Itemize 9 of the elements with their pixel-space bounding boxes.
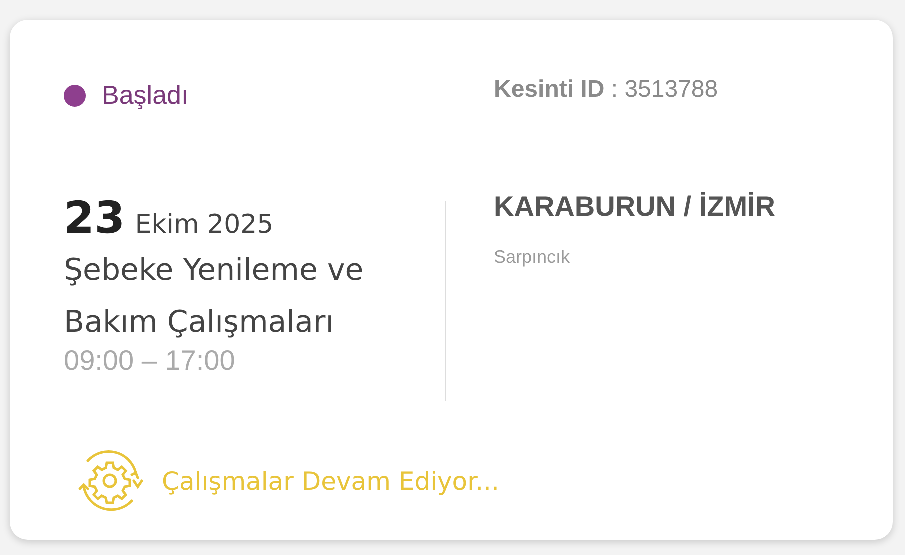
outage-title: Şebeke Yenileme ve Bakım Çalışmaları bbox=[64, 252, 365, 342]
progress-label: Çalışmalar Devam Ediyor... bbox=[162, 466, 500, 496]
status-label: Başladı bbox=[102, 80, 189, 111]
time-range: 09:00 – 17:00 bbox=[64, 345, 236, 377]
date-day: 23 bbox=[64, 197, 126, 241]
date-month-year: Ekim 2025 bbox=[135, 210, 274, 240]
district: Sarpıncık bbox=[494, 247, 572, 268]
location: KARABURUN / İZMİR bbox=[494, 191, 777, 223]
outage-id: Kesinti ID : 3513788 bbox=[493, 76, 720, 105]
